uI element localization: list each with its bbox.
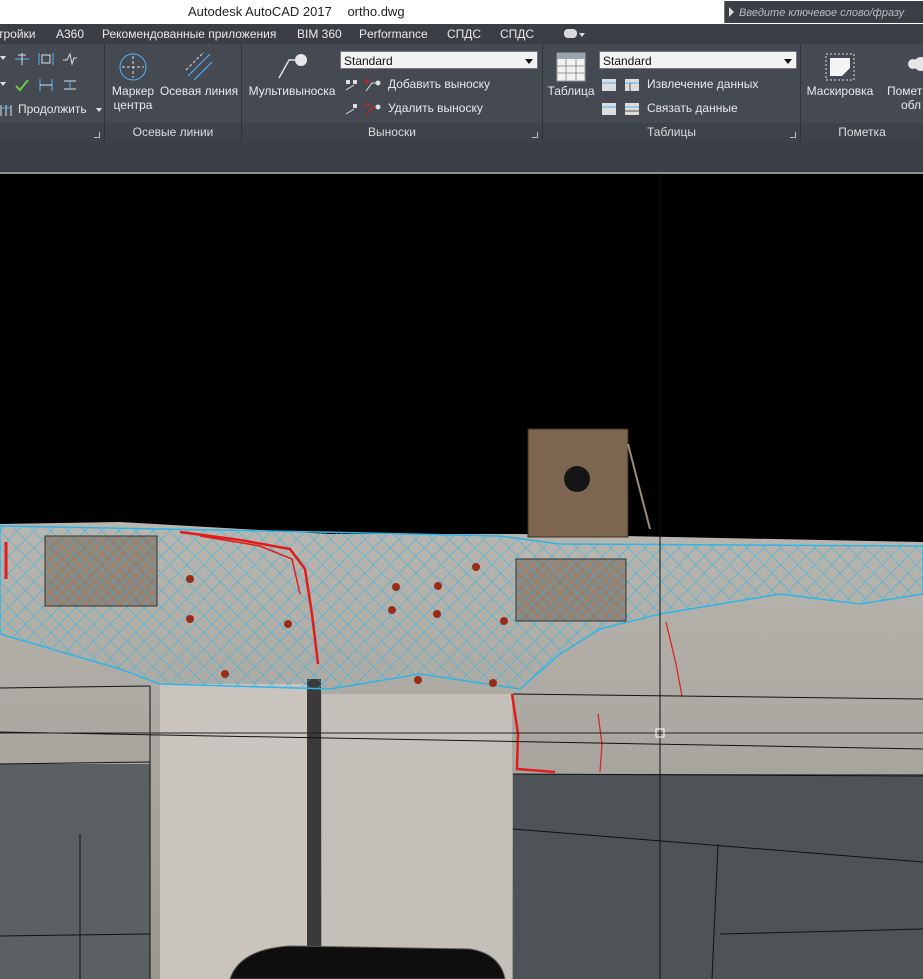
app-title: Autodesk AutoCAD 2017	[188, 4, 332, 19]
update-dim-icon[interactable]	[38, 78, 54, 92]
table-label: Таблица	[547, 84, 595, 98]
chevron-down-icon[interactable]	[0, 82, 6, 86]
multileader-icon	[278, 54, 307, 79]
pillar-center	[322, 694, 512, 979]
title-bar: Autodesk AutoCAD 2017 ortho.dwg	[0, 0, 923, 24]
panel-dimensions-title	[0, 123, 104, 142]
table-style-dropdown[interactable]: Standard	[599, 51, 797, 69]
tab-featured-apps[interactable]: Рекомендованные приложения	[102, 27, 276, 41]
panel-tables: Таблица Standard Извлечение данных Связа…	[543, 44, 801, 142]
wipeout-label: Маскировка	[806, 84, 874, 98]
help-search-box	[724, 1, 923, 23]
panel-markup: Маскировка Помет обл Пометка	[801, 44, 923, 142]
panel-tables-title: Таблицы	[543, 123, 800, 142]
continue-button[interactable]: Продолжить	[0, 102, 102, 117]
wipeout-button[interactable]: Маскировка	[803, 52, 877, 98]
panel-centerlines: Маркер центра Осевая линия Осевые линии	[105, 44, 242, 142]
revision-cloud-label-1: Помет	[887, 84, 923, 98]
link-data-button[interactable]: Связать данные	[601, 101, 738, 117]
extract-data-icon	[602, 79, 639, 91]
tab-bim360[interactable]: BIM 360	[297, 27, 342, 41]
reassociate-icon[interactable]	[62, 78, 78, 92]
revision-cloud-icon	[908, 57, 923, 71]
dark-object-bottom	[229, 945, 506, 979]
dialog-launcher-icon[interactable]	[532, 132, 538, 138]
link-data-label: Связать данные	[647, 101, 738, 116]
inspect-icon[interactable]	[14, 78, 30, 92]
chevron-down-icon[interactable]	[0, 56, 6, 60]
panel-leaders-title: Выноски	[242, 123, 542, 142]
dialog-launcher-icon[interactable]	[94, 132, 100, 138]
ribbon-tab-bar: тройки A360 Рекомендованные приложения B…	[0, 24, 923, 44]
file-name: ortho.dwg	[347, 4, 405, 19]
table-button[interactable]: Таблица	[545, 52, 597, 98]
centerline-icon	[185, 52, 213, 81]
continue-dimension-icon	[0, 104, 12, 116]
dense-hatch-right	[515, 558, 627, 622]
table-style-value: Standard	[603, 54, 652, 68]
lower-right-panel	[513, 774, 923, 979]
extract-data-button[interactable]: Извлечение данных	[601, 77, 758, 93]
dialog-launcher-icon[interactable]	[790, 132, 796, 138]
tab-settings[interactable]: тройки	[0, 27, 36, 41]
joint-gap	[307, 679, 321, 979]
multileader-button[interactable]: Мультивыноска	[246, 52, 338, 98]
adjust-space-icon[interactable]	[38, 52, 54, 66]
file-tab-bar	[0, 142, 923, 174]
bracket-hole	[564, 466, 590, 492]
multileader-style-value: Standard	[344, 54, 393, 68]
search-input[interactable]	[737, 3, 923, 23]
chevron-down-icon	[525, 59, 533, 64]
link-data-icon	[602, 103, 639, 115]
wipeout-icon	[825, 53, 855, 81]
revision-cloud-label-2: обл	[901, 98, 922, 112]
panel-centerlines-title: Осевые линии	[105, 123, 241, 142]
center-mark-label-1: Маркер	[111, 84, 155, 98]
center-mark-label-2: центра	[113, 98, 153, 112]
tab-minimize-icon	[564, 29, 577, 38]
multileader-label: Мультивыноска	[248, 84, 336, 98]
remove-leader-icon	[345, 104, 381, 116]
ribbon: Продолжить Маркер центра Осевая линия Ос…	[0, 44, 923, 142]
add-leader-button[interactable]: Добавить выноску	[344, 77, 490, 93]
centerline-label: Осевая линия	[159, 84, 239, 98]
search-expand-arrow-icon[interactable]	[729, 7, 734, 17]
dense-hatch-left	[44, 535, 158, 607]
chevron-down-icon	[579, 33, 585, 37]
multileader-style-dropdown[interactable]: Standard	[340, 51, 538, 69]
continue-label: Продолжить	[18, 102, 87, 116]
tab-performance[interactable]: Performance	[359, 27, 428, 41]
drawing-viewport[interactable]	[0, 174, 923, 979]
tab-a360[interactable]: A360	[56, 27, 84, 41]
window-title: Autodesk AutoCAD 2017 ortho.dwg	[188, 4, 417, 19]
add-leader-label: Добавить выноску	[388, 77, 491, 92]
chevron-down-icon	[95, 107, 102, 112]
tab-spds-2[interactable]: СПДС	[500, 27, 534, 41]
chevron-down-icon	[784, 59, 792, 64]
center-mark-icon	[119, 53, 147, 81]
lower-left-panel	[0, 764, 150, 979]
tab-spds-1[interactable]: СПДС	[447, 27, 481, 41]
remove-leader-label: Удалить выноску	[388, 101, 483, 116]
table-icon	[556, 52, 586, 82]
dimension-break-icon[interactable]	[14, 52, 30, 66]
pillar-left	[160, 684, 315, 979]
add-leader-icon	[345, 78, 381, 92]
bracket-wire	[627, 443, 651, 530]
center-mark-button[interactable]: Маркер центра	[109, 52, 157, 112]
revision-cloud-button[interactable]: Помет обл	[881, 52, 923, 112]
panel-visibility-toggle[interactable]	[562, 28, 586, 41]
drawing-canvas[interactable]	[0, 174, 923, 979]
extract-data-label: Извлечение данных	[647, 77, 759, 92]
jog-line-icon[interactable]	[62, 52, 78, 66]
panel-dimensions: Продолжить	[0, 44, 105, 142]
panel-markup-title: Пометка	[801, 123, 923, 142]
remove-leader-button[interactable]: Удалить выноску	[344, 101, 483, 117]
centerline-button[interactable]: Осевая линия	[159, 52, 239, 98]
panel-leaders: Мультивыноска Standard Добавить выноску …	[242, 44, 543, 142]
